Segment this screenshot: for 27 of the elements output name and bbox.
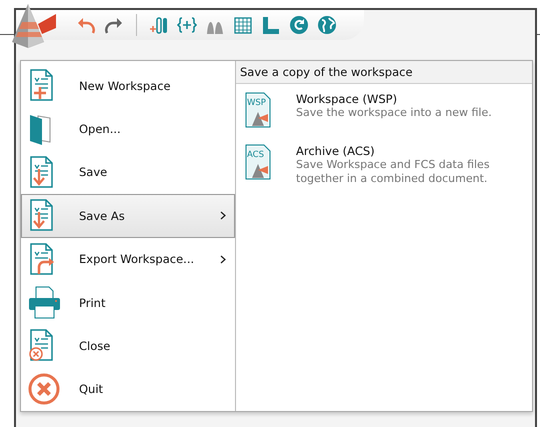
globe-button[interactable] (315, 15, 339, 35)
menu-item[interactable]: Open... (21, 107, 235, 151)
submenu-header: Save a copy of the workspace (236, 61, 532, 84)
submenu-item[interactable]: WSP Workspace (WSP) Save the workspace into a new file. (236, 84, 532, 136)
add-gate-icon (177, 15, 197, 35)
braces-button[interactable] (175, 15, 199, 35)
refresh-button[interactable] (287, 15, 311, 35)
table-icon (233, 15, 253, 35)
menu-item[interactable]: Quit (21, 368, 235, 411)
quit-icon (28, 372, 61, 406)
option-title: Archive (ACS) (296, 144, 376, 158)
option-description: Save the workspace into a new file. (296, 106, 492, 120)
menu-item[interactable]: Close (21, 324, 235, 368)
refresh-icon (289, 15, 309, 35)
test-tubes-icon (149, 15, 169, 35)
menu-item[interactable]: Save As (21, 194, 235, 238)
menu-item[interactable]: Export Workspace... (21, 238, 235, 281)
layout-ruler-icon (261, 15, 281, 35)
option-description: Save Workspace and FCS data files together in a combined document. (296, 158, 491, 186)
print-document-icon (28, 286, 61, 320)
redo-icon (104, 15, 124, 35)
option-title: Workspace (WSP) (296, 92, 398, 106)
menu-item[interactable]: New Workspace (21, 64, 235, 108)
globe-icon (317, 15, 337, 35)
menu-item[interactable]: Print (21, 280, 235, 324)
menu-item[interactable]: Save (21, 150, 235, 194)
submenu-item[interactable]: ACS Archive (ACS) Save Workspace and FCS data files together in a combined document. (236, 136, 532, 194)
